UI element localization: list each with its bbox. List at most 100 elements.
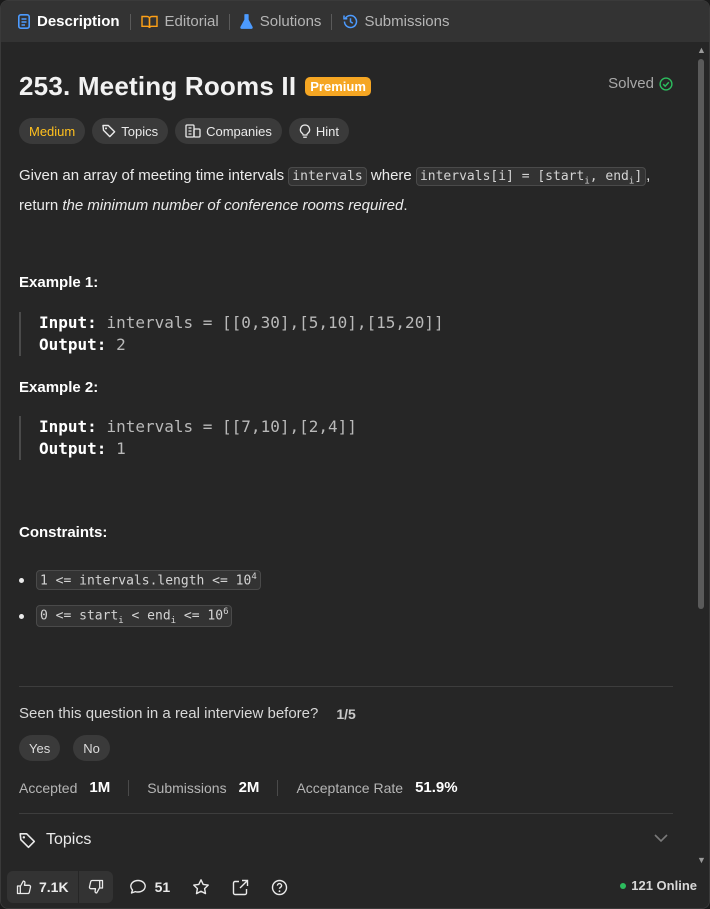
- yes-button[interactable]: Yes: [19, 735, 61, 761]
- topics-accordion-label: Topics: [46, 831, 92, 848]
- inline-code: intervals[i] = [starti, endi]: [415, 167, 647, 187]
- comment-icon: [129, 879, 146, 894]
- stat-divider: [128, 779, 130, 796]
- tab-divider: [129, 13, 131, 30]
- output-label: Output:: [39, 335, 107, 354]
- comments-button[interactable]: 51: [129, 879, 171, 895]
- problem-title[interactable]: 253. Meeting Rooms II: [19, 71, 296, 102]
- interview-question-text: Seen this question in a real interview b…: [19, 705, 319, 722]
- scroll-up-arrow[interactable]: ▲: [697, 45, 706, 55]
- question-circle-icon: [271, 879, 288, 895]
- title-row: 253. Meeting Rooms II Premium Solved: [19, 70, 673, 102]
- like-button[interactable]: 7.1K: [7, 871, 78, 903]
- code-superscript: 4: [251, 571, 257, 582]
- accepted-label: Accepted: [19, 779, 78, 796]
- online-count: 121 Online: [631, 878, 697, 893]
- check-circle-icon: [659, 76, 673, 91]
- interview-question: Seen this question in a real interview b…: [19, 705, 356, 722]
- acceptance-rate-label: Acceptance Rate: [296, 779, 404, 796]
- premium-badge: Premium: [305, 76, 371, 96]
- problem-stats: Accepted 1M Submissions 2M Acceptance Ra…: [19, 779, 458, 796]
- tab-label: Description: [37, 13, 120, 30]
- tab-bar: Description Editorial Solutions Submissi…: [1, 1, 709, 42]
- scroll-thumb[interactable]: [698, 59, 704, 609]
- constraints-list: 1 <= intervals.length <= 104 0 <= starti…: [19, 562, 261, 634]
- companies-chip-label: Companies: [206, 123, 272, 139]
- dislike-button[interactable]: [79, 871, 113, 903]
- tab-solutions[interactable]: Solutions: [240, 13, 322, 30]
- bullet: [19, 613, 24, 619]
- example-2-title: Example 2:: [19, 379, 99, 396]
- problem-panel: Description Editorial Solutions Submissi…: [0, 0, 710, 909]
- comment-count: 51: [154, 879, 171, 895]
- constraint-item: 1 <= intervals.length <= 104: [19, 562, 261, 598]
- description-text: where: [366, 167, 416, 184]
- constraints-title: Constraints:: [19, 524, 108, 541]
- input-label: Input:: [39, 313, 97, 332]
- example-input: intervals = [[0,30],[5,10],[15,20]]: [106, 313, 444, 332]
- code-text: ]: [634, 169, 643, 184]
- example-1-block: Input: intervals = [[0,30],[5,10],[15,20…: [19, 312, 444, 356]
- vote-group: 7.1K: [7, 871, 113, 903]
- help-button[interactable]: [271, 879, 288, 896]
- tab-label: Solutions: [259, 13, 322, 30]
- hint-chip[interactable]: Hint: [288, 118, 349, 144]
- solved-label: Solved: [608, 75, 654, 92]
- scrollbar[interactable]: ▲ ▼: [696, 45, 706, 865]
- section-divider: [19, 686, 673, 687]
- submissions-label: Submissions: [147, 779, 227, 796]
- example-output: 1: [116, 439, 126, 458]
- online-dot: [620, 882, 627, 889]
- description-text: return: [19, 196, 63, 214]
- problem-description: Given an array of meeting time intervals…: [19, 164, 679, 218]
- no-button[interactable]: No: [73, 735, 110, 761]
- stat-divider: [277, 779, 279, 796]
- output-label: Output:: [39, 439, 107, 458]
- solved-status: Solved: [608, 75, 673, 92]
- lightbulb-icon: [299, 123, 311, 138]
- interview-answer-buttons: Yes No: [19, 735, 110, 761]
- history-icon: [342, 14, 358, 30]
- topics-accordion[interactable]: Topics: [19, 831, 673, 849]
- interview-count: 1/5: [336, 705, 356, 722]
- flask-icon: [240, 14, 254, 30]
- code-text: , end: [589, 169, 629, 184]
- example-1-title: Example 1:: [19, 274, 99, 291]
- building-icon: [185, 124, 201, 138]
- acceptance-rate-value: 51.9%: [415, 779, 458, 796]
- tab-divider: [228, 13, 230, 30]
- tab-submissions[interactable]: Submissions: [342, 13, 449, 30]
- example-output: 2: [116, 335, 126, 354]
- description-icon: [17, 14, 31, 30]
- accepted-value: 1M: [89, 779, 111, 796]
- scroll-down-arrow[interactable]: ▼: [697, 855, 706, 865]
- external-link-icon: [232, 879, 249, 895]
- chevron-down-icon: [654, 834, 668, 843]
- code-text: 1 <= intervals.length <= 10: [40, 573, 252, 589]
- tab-description[interactable]: Description: [17, 13, 120, 30]
- description-text: .: [403, 196, 408, 214]
- code-superscript: 6: [223, 606, 229, 617]
- description-text: Given an array of meeting time intervals: [19, 167, 289, 184]
- tag-chips: Medium Topics Companies Hint: [19, 118, 349, 144]
- favorite-button[interactable]: [192, 878, 210, 896]
- share-button[interactable]: [232, 879, 249, 896]
- online-indicator: 121 Online: [620, 878, 697, 893]
- bullet: [19, 577, 24, 583]
- tab-divider: [331, 13, 333, 30]
- inline-code: 0 <= starti < endi <= 106: [36, 604, 233, 628]
- bottom-action-bar: 7.1K 51 121 Online: [1, 866, 709, 908]
- tab-editorial[interactable]: Editorial: [141, 13, 219, 30]
- constraint-item: 0 <= starti < endi <= 106: [19, 598, 261, 634]
- topics-chip-label: Topics: [121, 123, 159, 139]
- section-divider: [19, 813, 673, 814]
- description-emphasis: the minimum number of conference rooms r…: [62, 196, 404, 214]
- submissions-value: 2M: [238, 779, 260, 796]
- topics-chip[interactable]: Topics: [92, 118, 169, 144]
- code-text: 0 <= start: [40, 607, 119, 623]
- inline-code: 1 <= intervals.length <= 104: [36, 569, 261, 591]
- difficulty-badge: Medium: [19, 118, 86, 144]
- book-icon: [141, 14, 159, 30]
- code-text: < end: [123, 607, 171, 623]
- companies-chip[interactable]: Companies: [175, 118, 282, 144]
